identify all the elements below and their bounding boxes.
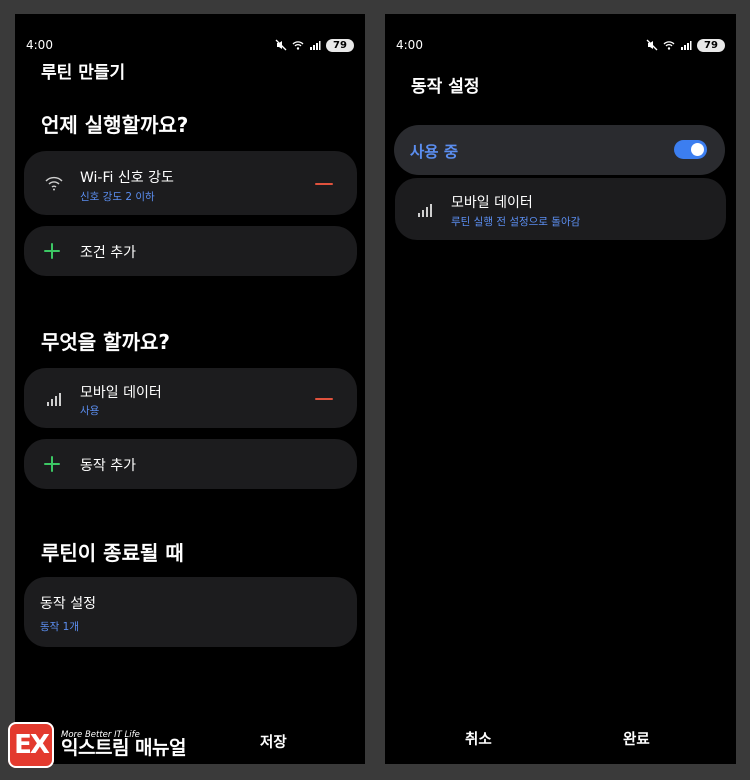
done-button[interactable]: 완료 [623, 728, 650, 749]
mute-icon [275, 39, 287, 51]
signal-icon [418, 204, 432, 217]
item-title: 모바일 데이터 [451, 195, 533, 211]
remove-action-button[interactable] [315, 398, 333, 400]
plus-icon [44, 456, 60, 472]
remove-condition-button[interactable] [315, 183, 333, 185]
end-section-title: 루틴이 종료될 때 [41, 541, 184, 565]
action-card-mobile-data[interactable]: 모바일 데이터 사용 [24, 368, 357, 428]
watermark-logo: EX [8, 722, 54, 768]
add-action-label: 동작 추가 [80, 458, 136, 474]
page-title: 루틴 만들기 [41, 63, 126, 83]
mobile-data-item[interactable]: 모바일 데이터 루틴 실행 전 설정으로 돌아감 [395, 178, 726, 240]
watermark: EX More Better IT Life 익스트림 매뉴얼 [8, 721, 208, 769]
switch-knob [691, 143, 704, 156]
what-section-title: 무엇을 할까요? [41, 330, 170, 354]
plus-icon [44, 243, 60, 259]
mute-icon [646, 39, 658, 51]
toggle-label: 사용 중 [410, 143, 459, 161]
condition-title: Wi-Fi 신호 강도 [80, 170, 174, 186]
routine-create-screen: 4:00 79 루틴 만들기 언제 실행할까요? Wi-Fi 신호 강도 신호 … [15, 14, 365, 764]
action-subtitle: 사용 [80, 405, 100, 417]
end-card-subtitle: 동작 1개 [40, 621, 79, 633]
status-bar: 4:00 79 [26, 32, 354, 58]
condition-card-wifi[interactable]: Wi-Fi 신호 강도 신호 강도 2 이하 [24, 151, 357, 215]
status-bar: 4:00 79 [396, 32, 725, 58]
add-condition-label: 조건 추가 [80, 245, 136, 261]
battery-icon: 79 [697, 38, 725, 52]
wifi-status-icon [663, 41, 675, 50]
end-card-title: 동작 설정 [40, 596, 96, 612]
condition-subtitle: 신호 강도 2 이하 [80, 191, 155, 203]
item-subtitle: 루틴 실행 전 설정으로 돌아감 [451, 216, 581, 228]
add-action-button[interactable]: 동작 추가 [24, 439, 357, 489]
action-settings-screen: 4:00 79 동작 설정 사용 중 모바일 데이터 루틴 실행 전 설정으로 … [385, 14, 736, 764]
add-condition-button[interactable]: 조건 추가 [24, 226, 357, 276]
save-button[interactable]: 저장 [260, 731, 287, 752]
battery-icon: 79 [326, 38, 354, 52]
signal-icon [47, 393, 61, 406]
watermark-name: 익스트림 매뉴얼 [61, 737, 186, 760]
action-title: 모바일 데이터 [80, 385, 162, 401]
when-section-title: 언제 실행할까요? [41, 113, 189, 137]
status-time: 4:00 [396, 38, 423, 52]
in-use-toggle-row[interactable]: 사용 중 [394, 125, 725, 175]
page-title: 동작 설정 [411, 77, 480, 97]
end-action-settings-card[interactable]: 동작 설정 동작 1개 [24, 577, 357, 647]
status-time: 4:00 [26, 38, 53, 52]
wifi-status-icon [292, 41, 304, 50]
in-use-switch[interactable] [674, 140, 707, 159]
wifi-icon [45, 176, 63, 191]
signal-status-icon [681, 41, 692, 50]
cancel-button[interactable]: 취소 [465, 728, 492, 749]
signal-status-icon [310, 41, 321, 50]
